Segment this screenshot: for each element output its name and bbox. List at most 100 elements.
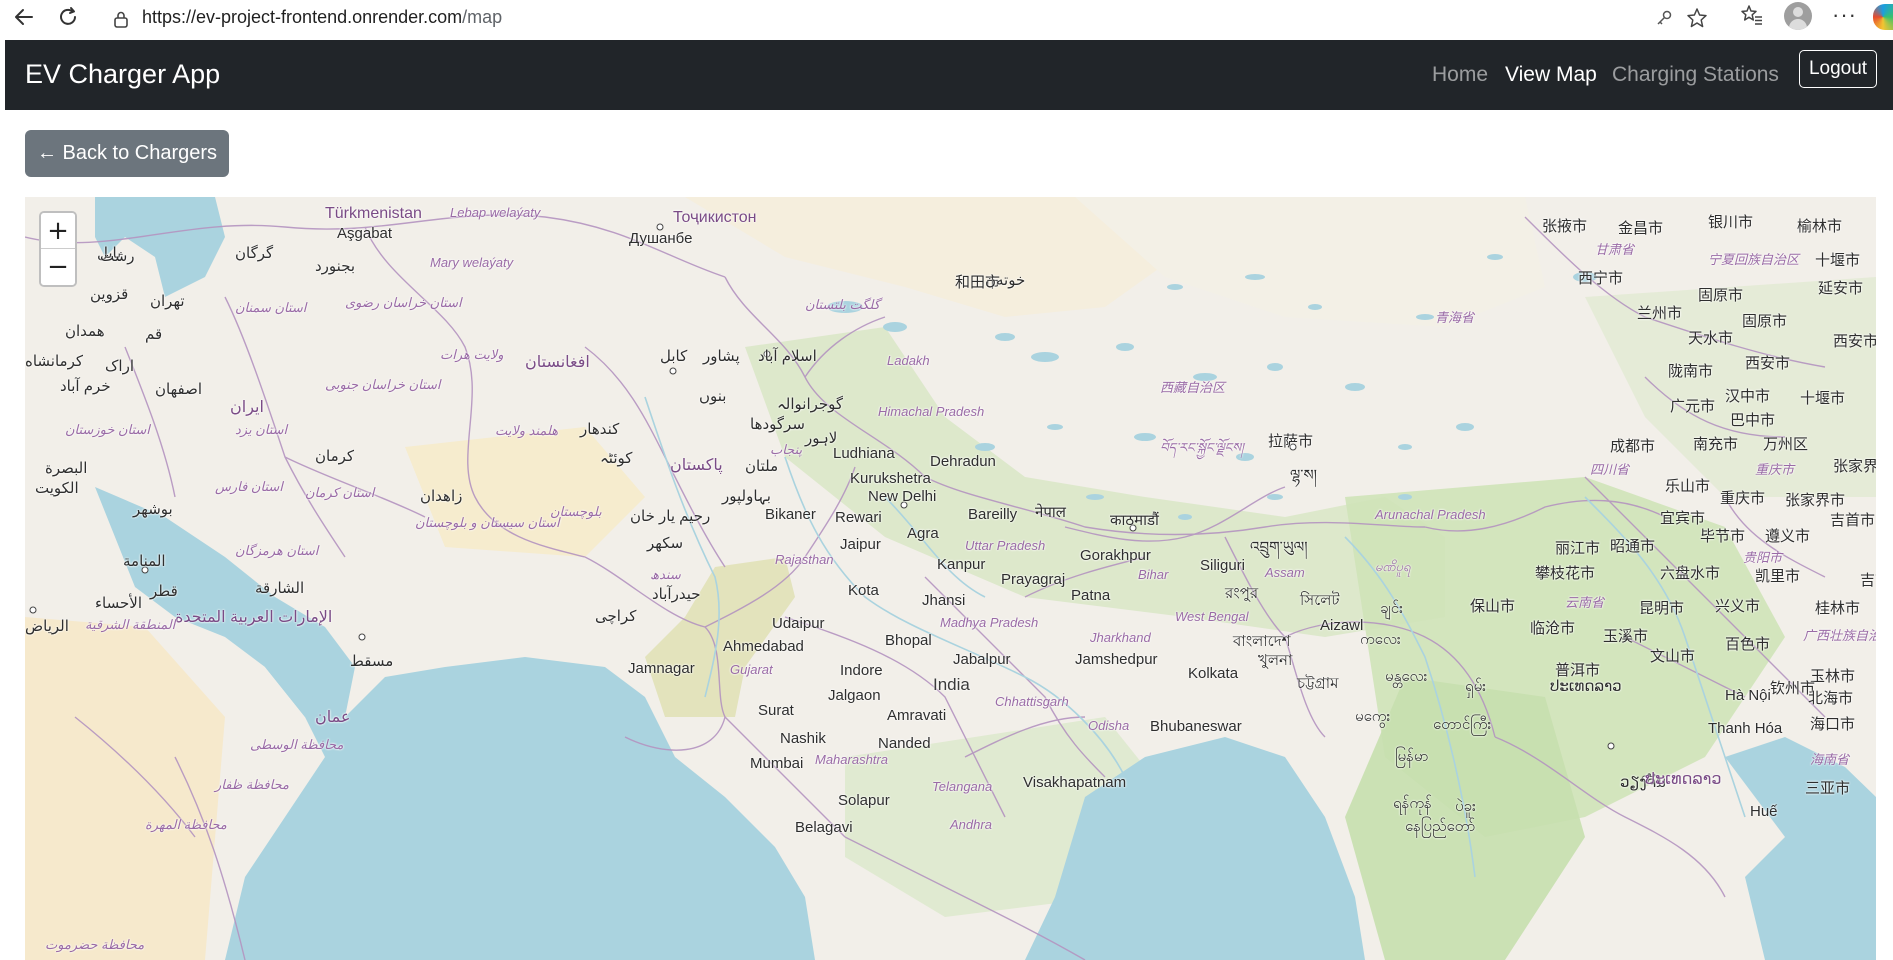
map-label-maharashtra: Maharashtra [815,752,888,767]
map-label-arak: اراک [105,358,135,375]
map-label-odisha: Odisha [1088,718,1130,733]
map-label-tianshui: 天水市 [1688,330,1734,347]
map-label-bhubaneswar: Bhubaneswar [1150,718,1242,735]
map-label-herat: ولایت هرات [440,347,504,362]
map-label-ahsa: الأحساء [95,595,142,612]
map-label-chongqing-region: 重庆市 [1755,462,1795,477]
map-label-gorakhpur: Gorakhpur [1080,547,1151,564]
map-label-bhopal: Bhopal [885,632,932,649]
map-label-tehran: تهران [150,293,185,310]
star-icon[interactable] [1686,7,1708,34]
profile-avatar-icon[interactable] [1784,2,1812,30]
map-label-rahimyarkhan: رحیم یار خان [630,508,711,525]
map-label-gujranwala: گوجرانوالہ [777,396,844,413]
map-label-india: India [933,675,970,694]
map-label-solapur: Solapur [838,792,890,809]
map-label-gujarat: Gujarat [730,662,773,677]
map-label-guyuan: 固原市 [1698,287,1744,304]
map-label-khotan: خوتەن [985,272,1026,289]
brand-title[interactable]: EV Charger App [25,59,220,90]
map-label-yulin: 榆林市 [1797,218,1843,235]
map-label-muscat: مسقط [350,653,394,670]
nav-link-home[interactable]: Home [1432,63,1488,87]
map-label-ladakh: Ladakh [887,353,930,368]
map-label-dehradun: Dehradun [930,453,996,470]
map-label-rewari: Rewari [835,509,882,526]
map-label-bazhong: 巴中市 [1730,412,1776,429]
zoom-in-button[interactable]: + [41,213,75,249]
map-label-zahedan: زاهدان [420,488,463,505]
map-label-lhasa-tibetan: ལྷ་ས། [1290,467,1317,484]
map-label-kerman-province: استان کرمان [305,485,375,500]
map-label-yangon: ရန်ကုန် [1393,795,1432,812]
map-label-zunyi: 遵义市 [1765,528,1811,545]
map-label-yulin-gx: 玉林市 [1810,668,1856,685]
map-label-tibet-tibetan: བོད་རང་སྐྱོང་ལྗོངས། [1160,440,1244,455]
logout-button[interactable]: Logout [1799,50,1877,88]
more-options-icon[interactable]: ··· [1832,2,1857,28]
app-navbar: EV Charger App Home View Map Charging St… [5,40,1893,110]
map-label-liupanshui: 六盘水市 [1660,565,1721,582]
map-label-nepal: नेपाल [1035,504,1066,521]
map-label-ludhiana: Ludhiana [833,445,895,462]
map-label-kolkata: Kolkata [1188,665,1239,682]
map-label-turkmenistan: Türkmenistan [325,205,422,222]
nav-link-charging-stations[interactable]: Charging Stations [1612,63,1779,87]
map-label-gansu: 甘肃省 [1595,242,1635,257]
nav-link-view-map[interactable]: View Map [1505,63,1597,87]
copilot-icon[interactable] [1873,4,1893,30]
lock-icon[interactable] [112,10,130,33]
map-label-karachi: کراچی [595,608,637,625]
map-label-haikou: 海口市 [1810,716,1856,733]
map-label-manipur: မဏိပူရ [1375,559,1411,574]
map-label-dhofar: محافظة ظفار [215,777,289,792]
map-label-ningxia: 宁夏回族自治区 [1708,252,1800,267]
browser-reload-icon[interactable] [54,3,82,31]
map-label-iran: ایران [230,399,264,416]
map-label-semnan: استان سمنان [235,300,307,315]
map-label-mumbai: Mumbai [750,755,804,772]
map-label-rajasthan: Rajasthan [775,552,834,567]
map-label-sichuan: 四川省 [1590,462,1630,477]
map-label-panzhihua: 攀枝花市 [1535,565,1596,582]
map-label-telangana: Telangana [932,779,993,794]
map-label-yinchuan: 银川市 [1708,214,1754,231]
map-label-naypyidaw: နေပြည်တော် [1405,818,1476,835]
map-label-wanzhou: 万州区 [1763,436,1809,453]
map-label-xingyi: 兴义市 [1715,598,1761,615]
map-label-kandahar: کندهار [580,421,620,438]
map-container[interactable]: + − Türkmenistan Lebap welaýaty Тоҷикист… [25,197,1876,960]
map-label-zhaotong: 昭通市 [1610,538,1656,555]
map-label-basra: البصرة [45,460,88,477]
favorites-icon[interactable] [1740,4,1764,31]
map-label-rasht: رشت [100,248,135,265]
map-label-mahra: محافظة المهرة [145,817,227,832]
url-text[interactable]: https://ev-project-frontend.onrender.com… [142,7,502,28]
map-label-siliguri: Siliguri [1200,557,1246,574]
map-label-udaipur: Udaipur [772,615,825,632]
map-label-riyadh: الرياض [25,618,69,635]
map-label-baoshan: 保山市 [1470,598,1516,615]
map-label-yazd: استان یزد [235,422,288,437]
address-bar[interactable]: https://ev-project-frontend.onrender.com… [100,3,1730,32]
map-label-ashgabat: Aşgabat [337,225,393,242]
map-label-jamnagar: Jamnagar [628,660,695,677]
map-label-peshawar: پشاور [703,348,740,365]
back-to-chargers-button[interactable]: ← Back to Chargers [25,130,229,177]
map-label-rangpur: রংপুর [1225,585,1259,602]
map-label-prayagraj: Prayagraj [1001,571,1066,588]
browser-back-icon[interactable] [10,3,38,31]
map-label-laos: ປະເທດລາວ [1550,678,1622,695]
map-label-nanded: Nanded [878,735,931,752]
key-icon[interactable] [1655,9,1673,32]
map-label-pakistan: پاکستان [670,457,723,474]
map-label-qazvin: قزوین [90,286,129,303]
map-label-tajikistan: Тоҷикистон [673,209,757,226]
map-label-wusta: محافظة الوسطى [250,737,344,752]
map-label-xian: 西安市 [1745,355,1791,372]
map-label-kanpur: Kanpur [937,556,986,573]
map-label-chhattisgarh: Chhattisgarh [995,694,1069,709]
zoom-out-button[interactable]: − [41,249,75,285]
map-label-sukkur: سکھر [647,535,684,552]
map-label-bago: ပဲခူး [1455,798,1476,815]
